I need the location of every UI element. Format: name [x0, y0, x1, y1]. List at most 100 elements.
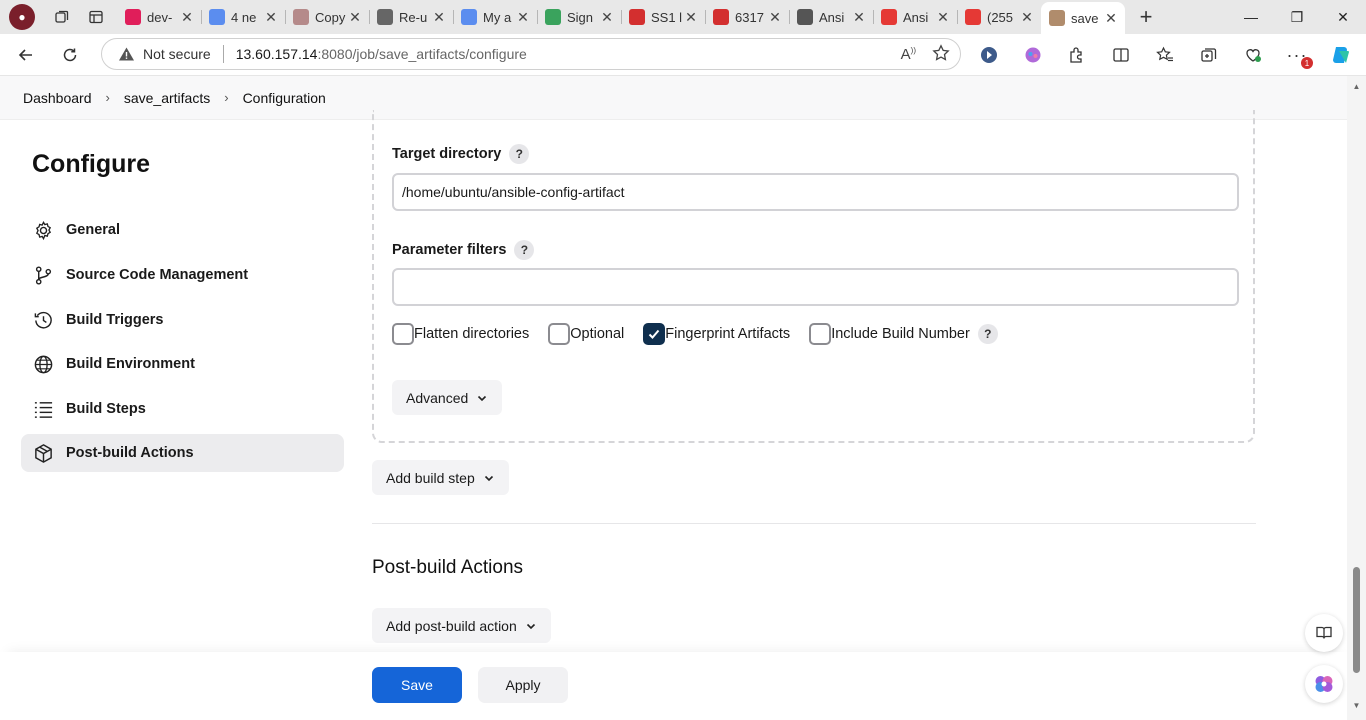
- apply-button[interactable]: Apply: [478, 667, 568, 703]
- config-main-panel: Target directory ? Parameter filters ? F…: [372, 110, 1256, 720]
- parameter-filters-label: Parameter filters ?: [392, 240, 535, 260]
- new-tab-button[interactable]: +: [1129, 2, 1163, 32]
- sidebar-item-post-build-actions[interactable]: Post-build Actions: [21, 434, 344, 472]
- help-icon[interactable]: ?: [977, 324, 998, 344]
- tab-favicon-icon: [713, 9, 729, 25]
- copilot-brain-icon[interactable]: [1011, 37, 1055, 73]
- extension-blue-icon[interactable]: [967, 37, 1011, 73]
- tab-close-icon[interactable]: ✕: [263, 9, 279, 25]
- profile-avatar[interactable]: ●: [9, 4, 35, 30]
- browser-tab[interactable]: Ansi ✕: [873, 3, 957, 31]
- collections-icon[interactable]: [1187, 37, 1231, 73]
- browser-tab[interactable]: 6317 ✕: [705, 3, 789, 31]
- url-host: 13.60.157.14: [235, 46, 318, 62]
- checkmark-icon: [649, 329, 660, 339]
- scroll-up-icon[interactable]: ▲: [1352, 82, 1361, 91]
- sidebar-item-general[interactable]: General: [21, 211, 344, 249]
- browser-tab[interactable]: (255 ✕: [957, 3, 1041, 31]
- tab-favicon-icon: [797, 9, 813, 25]
- fingerprint-artifacts-option[interactable]: Fingerprint Artifacts: [643, 323, 790, 345]
- browser-tab[interactable]: 4 ne ✕: [201, 3, 285, 31]
- browser-tab[interactable]: SS1 l ✕: [621, 3, 705, 31]
- add-build-step-button[interactable]: Add build step: [372, 460, 509, 495]
- security-indicator[interactable]: Not secure: [118, 46, 211, 62]
- sidebar-item-build-steps[interactable]: Build Steps: [21, 390, 344, 428]
- flatten-directories-checkbox[interactable]: [392, 323, 414, 345]
- restore-icon[interactable]: ❐: [1274, 0, 1320, 34]
- sidebar-item-label: Build Environment: [66, 356, 195, 372]
- tab-close-icon[interactable]: ✕: [431, 9, 447, 25]
- sidebar-item-build-environment[interactable]: Build Environment: [21, 345, 344, 383]
- tab-title: Sign: [567, 9, 594, 25]
- reading-view-button[interactable]: [1305, 614, 1343, 652]
- advanced-button[interactable]: Advanced: [392, 380, 503, 415]
- browser-tab[interactable]: Copy ✕: [285, 3, 369, 31]
- tab-close-icon[interactable]: ✕: [347, 9, 363, 25]
- breadcrumb-dashboard[interactable]: Dashboard: [23, 90, 92, 106]
- favorite-star-icon[interactable]: [932, 43, 950, 65]
- sidebar-item-scm[interactable]: Source Code Management: [21, 256, 344, 294]
- fingerprint-artifacts-checkbox[interactable]: [643, 323, 666, 345]
- scrollbar-thumb[interactable]: [1353, 567, 1360, 673]
- scroll-down-icon[interactable]: ▼: [1352, 701, 1361, 710]
- breadcrumb-configuration[interactable]: Configuration: [243, 90, 326, 106]
- extensions-puzzle-icon[interactable]: [1055, 37, 1099, 73]
- copilot-float-button[interactable]: [1305, 665, 1343, 703]
- tab-close-icon[interactable]: ✕: [851, 9, 867, 25]
- clock-icon: [32, 309, 54, 331]
- tab-title: Ansi: [903, 9, 929, 25]
- browser-tab[interactable]: Re-u ✕: [369, 3, 453, 31]
- target-directory-label-text: Target directory: [392, 146, 502, 162]
- tab-close-icon[interactable]: ✕: [767, 9, 783, 25]
- include-build-number-checkbox[interactable]: [809, 323, 832, 345]
- parameter-filters-input[interactable]: [392, 268, 1239, 306]
- tab-favicon-icon: [377, 9, 393, 25]
- tab-close-icon[interactable]: ✕: [1019, 9, 1035, 25]
- settings-more-icon[interactable]: ··· 1: [1275, 37, 1319, 73]
- page-scrollbar[interactable]: ▲ ▼: [1347, 76, 1366, 720]
- address-bar[interactable]: Not secure 13.60.157.14:8080/job/save_ar…: [101, 38, 961, 70]
- tab-title: Re-u: [399, 9, 428, 25]
- copilot-brain-icon: [1315, 676, 1333, 692]
- target-directory-input[interactable]: [392, 173, 1239, 211]
- tab-close-icon[interactable]: ✕: [515, 9, 531, 25]
- help-icon[interactable]: ?: [514, 240, 535, 260]
- tab-close-icon[interactable]: ✕: [179, 9, 195, 25]
- help-icon[interactable]: ?: [509, 144, 530, 164]
- tab-close-icon[interactable]: ✕: [683, 9, 699, 25]
- favorites-icon[interactable]: [1143, 37, 1187, 73]
- refresh-icon[interactable]: [52, 37, 88, 73]
- tab-close-icon[interactable]: ✕: [935, 9, 951, 25]
- split-screen-icon[interactable]: [1099, 37, 1143, 73]
- browser-toolbar: Not secure 13.60.157.14:8080/job/save_ar…: [0, 34, 1366, 76]
- tab-close-icon[interactable]: ✕: [599, 9, 615, 25]
- save-button[interactable]: Save: [372, 667, 462, 703]
- sidebar-item-label: Post-build Actions: [66, 445, 194, 461]
- tab-actions-icon[interactable]: [79, 0, 113, 34]
- browser-tab[interactable]: Ansi ✕: [789, 3, 873, 31]
- browser-tab[interactable]: save ✕: [1041, 2, 1125, 34]
- browser-tab-strip: ● dev- ✕ 4 ne ✕ Copy ✕ Re-u ✕ My a ✕ Sign ✕ SS1 l ✕ 63…: [0, 0, 1366, 34]
- options-checkbox-row: Flatten directories Optional Fingerprint…: [392, 322, 1017, 346]
- add-post-build-action-button[interactable]: Add post-build action: [372, 608, 551, 643]
- read-aloud-icon[interactable]: A)): [901, 46, 916, 63]
- browser-essentials-icon[interactable]: [1231, 37, 1275, 73]
- browser-tab[interactable]: My a ✕: [453, 3, 537, 31]
- back-icon[interactable]: [8, 37, 44, 73]
- save-bar: Save Apply: [0, 652, 1347, 720]
- minimize-icon[interactable]: —: [1228, 0, 1274, 34]
- workspaces-icon[interactable]: [45, 0, 79, 34]
- copilot-icon[interactable]: [1319, 37, 1363, 73]
- include-build-number-option[interactable]: Include Build Number ?: [809, 323, 998, 345]
- breadcrumb-job[interactable]: save_artifacts: [124, 90, 210, 106]
- close-window-icon[interactable]: ✕: [1320, 0, 1366, 34]
- browser-tab[interactable]: dev- ✕: [117, 3, 201, 31]
- url-text[interactable]: 13.60.157.14:8080/job/save_artifacts/con…: [236, 46, 527, 62]
- optional-checkbox[interactable]: [548, 323, 571, 345]
- tab-close-icon[interactable]: ✕: [1103, 10, 1119, 26]
- optional-option[interactable]: Optional: [548, 323, 624, 345]
- browser-tab[interactable]: Sign ✕: [537, 3, 621, 31]
- sidebar-item-build-triggers[interactable]: Build Triggers: [21, 301, 344, 339]
- flatten-directories-option[interactable]: Flatten directories: [392, 323, 529, 345]
- tab-favicon-icon: [209, 9, 225, 25]
